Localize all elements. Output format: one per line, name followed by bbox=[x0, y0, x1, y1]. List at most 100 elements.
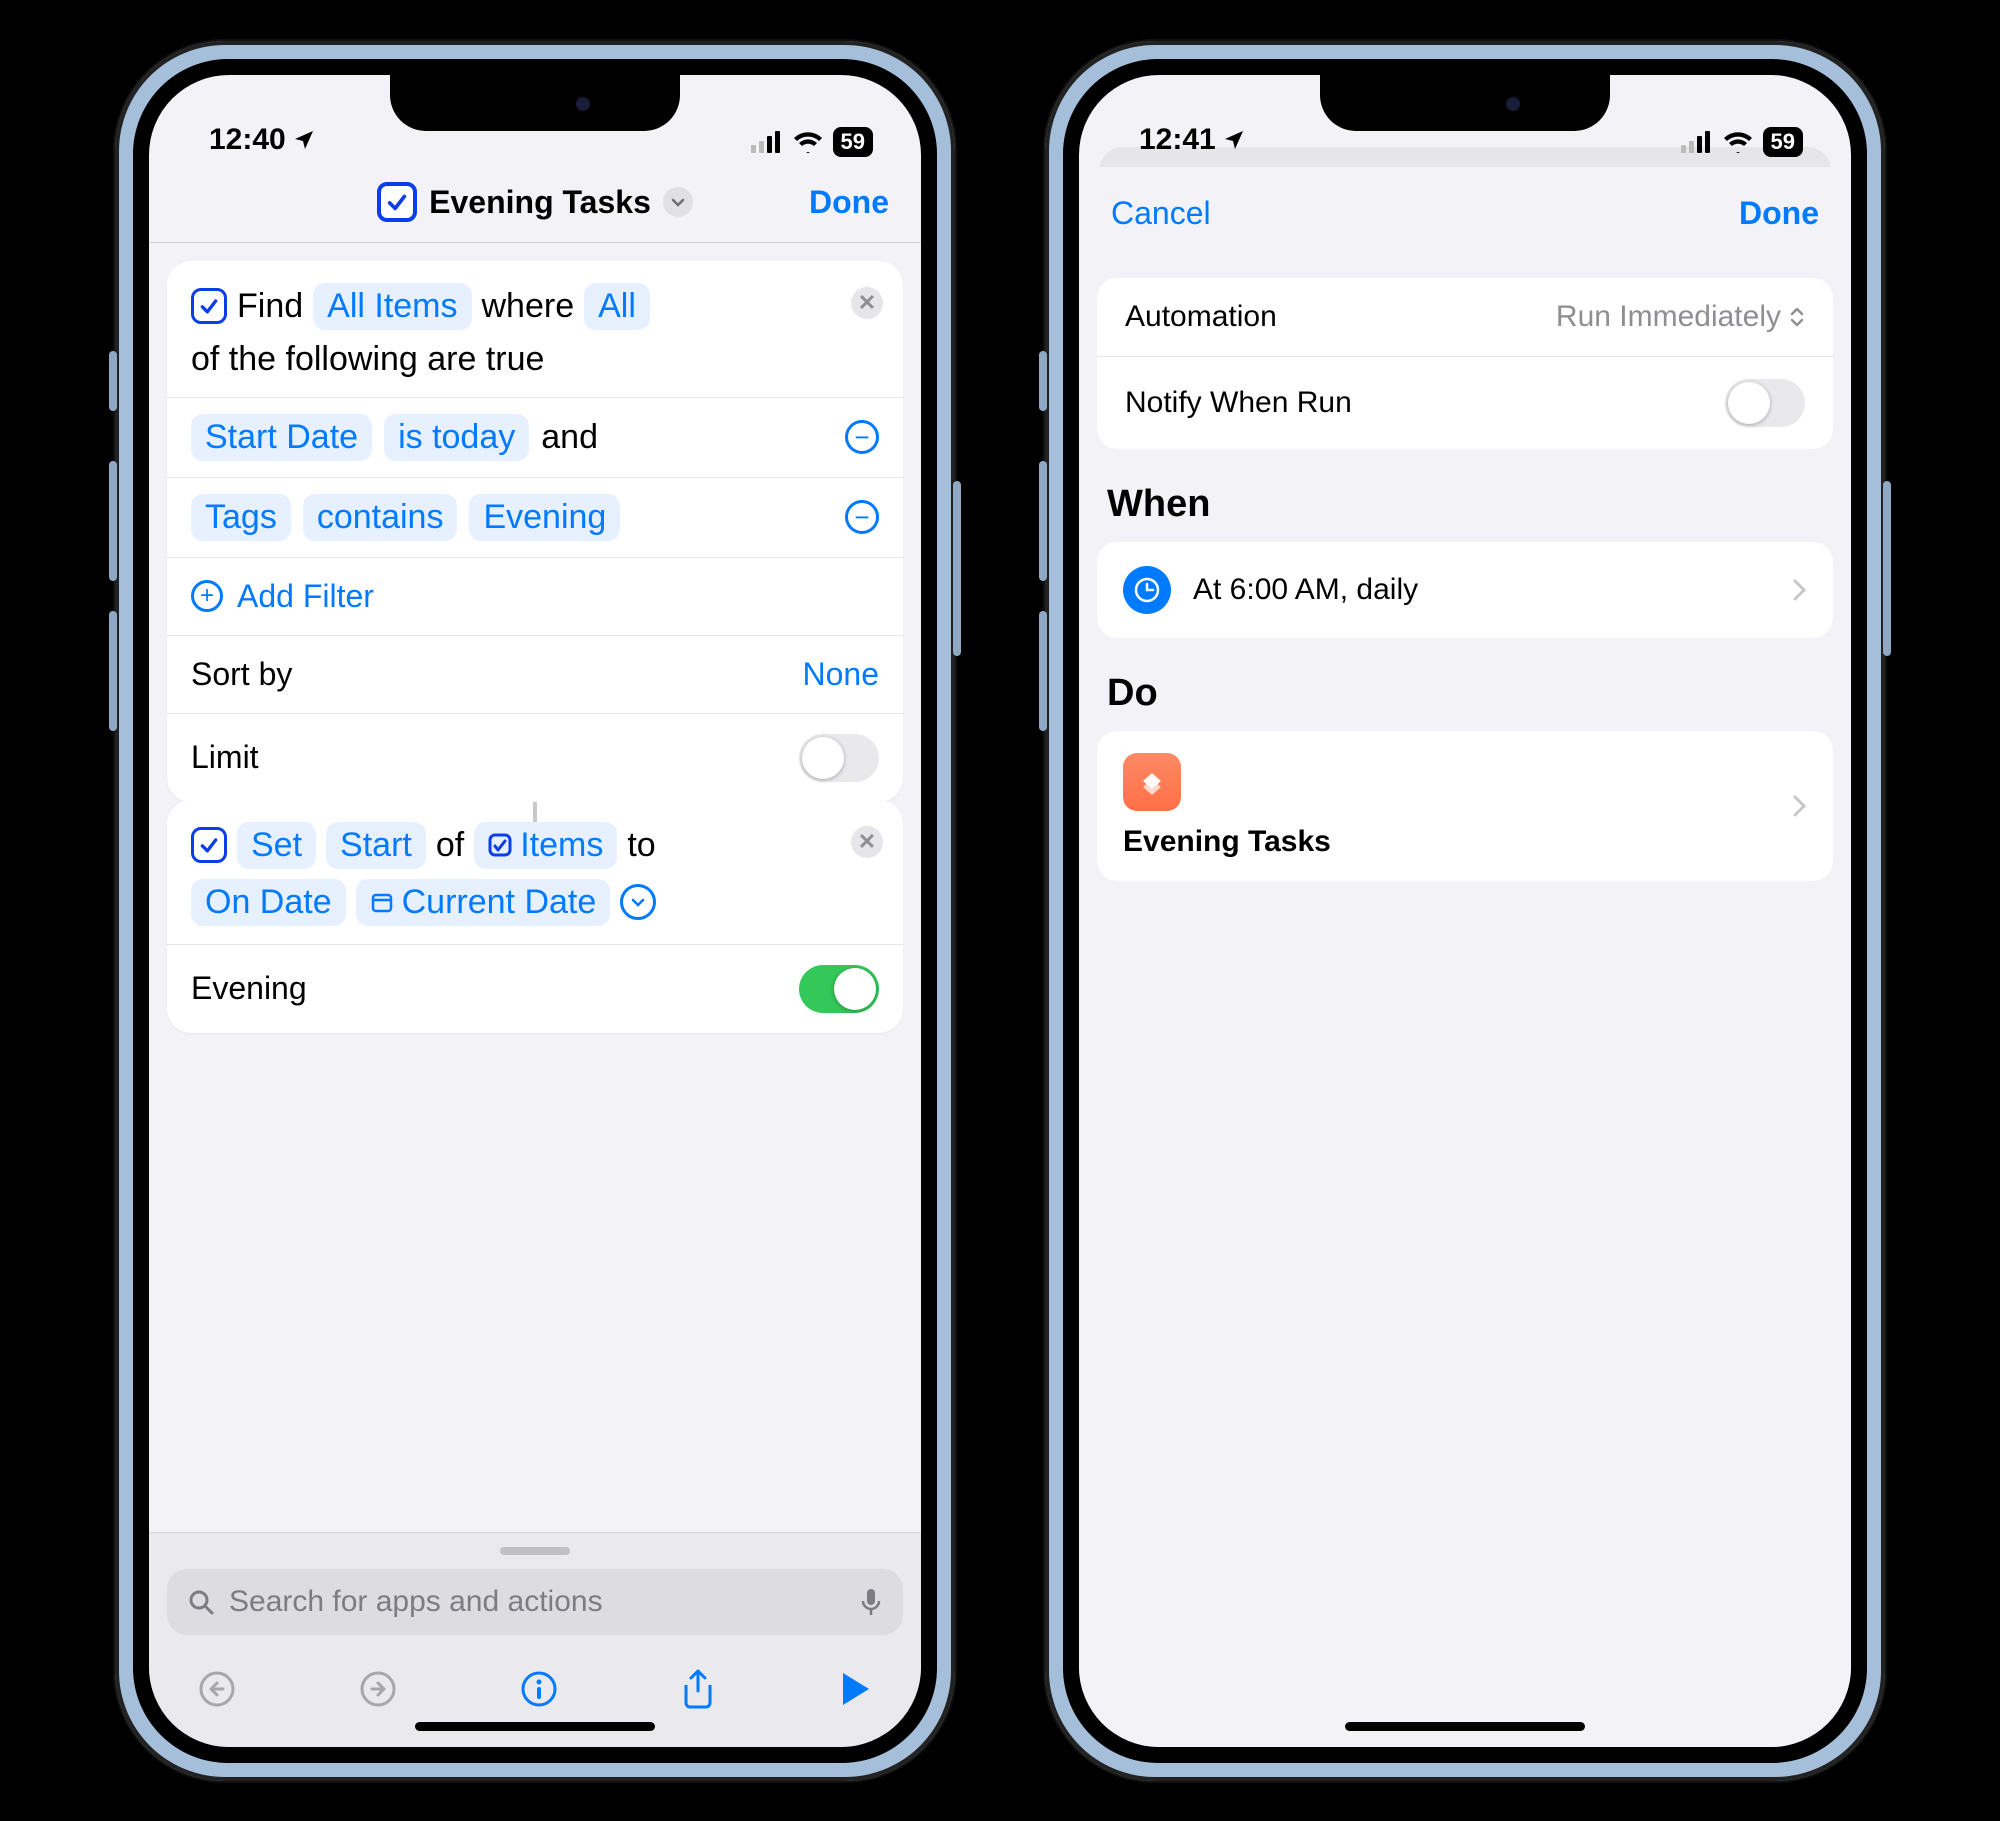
sort-by-label: Sort by bbox=[191, 656, 292, 693]
find-suffix: of the following are true bbox=[191, 340, 819, 379]
evening-label: Evening bbox=[191, 970, 307, 1007]
automation-value: Run Immediately bbox=[1556, 300, 1781, 334]
do-group: Evening Tasks bbox=[1097, 731, 1833, 881]
done-button[interactable]: Done bbox=[1739, 195, 1819, 232]
limit-label: Limit bbox=[191, 739, 259, 776]
home-indicator[interactable] bbox=[1345, 1722, 1585, 1731]
delete-action-button[interactable]: ✕ bbox=[851, 826, 883, 858]
set-of: of bbox=[436, 826, 464, 865]
do-shortcut-row[interactable]: Evening Tasks bbox=[1097, 731, 1833, 881]
phone-right: 12:41 59 bbox=[1045, 41, 1885, 1781]
things-app-icon bbox=[377, 182, 417, 222]
wifi-icon bbox=[1723, 131, 1753, 153]
when-text: At 6:00 AM, daily bbox=[1193, 573, 1418, 607]
sort-by-row[interactable]: Sort by None bbox=[167, 636, 903, 714]
expand-action-button[interactable] bbox=[620, 884, 656, 920]
plus-icon: + bbox=[191, 580, 223, 612]
wifi-icon bbox=[793, 131, 823, 153]
filter-row[interactable]: Tags contains Evening − bbox=[167, 478, 903, 558]
cancel-button[interactable]: Cancel bbox=[1111, 195, 1211, 232]
find-action-card[interactable]: Find All Items where All of the followin… bbox=[167, 261, 903, 802]
when-trigger-row[interactable]: At 6:00 AM, daily bbox=[1097, 542, 1833, 638]
remove-filter-button[interactable]: − bbox=[845, 420, 879, 454]
search-placeholder: Search for apps and actions bbox=[229, 1585, 845, 1619]
automation-mode-row[interactable]: Automation Run Immediately bbox=[1097, 278, 1833, 357]
shortcut-title[interactable]: Evening Tasks bbox=[429, 184, 651, 221]
dictation-icon[interactable] bbox=[859, 1587, 883, 1617]
status-time: 12:41 bbox=[1139, 123, 1216, 157]
actions-drawer[interactable]: Search for apps and actions bbox=[149, 1532, 921, 1645]
sort-by-value[interactable]: None bbox=[803, 656, 880, 693]
shortcuts-icon bbox=[1123, 753, 1181, 811]
filter-field-token[interactable]: Tags bbox=[191, 494, 291, 541]
done-button[interactable]: Done bbox=[809, 184, 889, 221]
filter-joiner: and bbox=[541, 418, 598, 457]
run-button[interactable] bbox=[837, 1669, 873, 1709]
notify-label: Notify When Run bbox=[1125, 386, 1352, 420]
filter-row[interactable]: Start Date is today and − bbox=[167, 398, 903, 478]
battery-icon: 59 bbox=[1763, 127, 1803, 157]
evening-toggle[interactable] bbox=[799, 965, 879, 1013]
things-app-icon bbox=[191, 827, 227, 863]
chevron-right-icon bbox=[1791, 577, 1807, 603]
clock-icon bbox=[1123, 566, 1171, 614]
things-app-icon bbox=[191, 288, 227, 324]
filter-op-token[interactable]: is today bbox=[384, 414, 529, 461]
set-action-card[interactable]: Set Start of Items to On Date bbox=[167, 800, 903, 1033]
redo-button[interactable] bbox=[358, 1669, 398, 1709]
editor-toolbar bbox=[149, 1645, 921, 1747]
calendar-icon bbox=[370, 890, 394, 914]
set-prop-token[interactable]: Start bbox=[326, 822, 426, 869]
limit-row: Limit bbox=[167, 714, 903, 802]
phone-left: 12:40 59 bbox=[115, 41, 955, 1781]
find-qualifier-token[interactable]: All bbox=[584, 283, 650, 330]
updown-icon bbox=[1789, 306, 1805, 328]
chevron-right-icon bbox=[1791, 793, 1807, 819]
undo-button[interactable] bbox=[197, 1669, 237, 1709]
filter-value-token[interactable]: Evening bbox=[469, 494, 620, 541]
sheet-nav: Cancel Done bbox=[1079, 167, 1851, 256]
evening-option-row: Evening bbox=[167, 945, 903, 1033]
share-button[interactable] bbox=[680, 1667, 716, 1711]
set-date-token[interactable]: Current Date bbox=[356, 879, 611, 926]
home-indicator[interactable] bbox=[415, 1722, 655, 1731]
editor-canvas[interactable]: Find All Items where All of the followin… bbox=[149, 243, 921, 1532]
automation-label: Automation bbox=[1125, 300, 1277, 334]
set-verb-token[interactable]: Set bbox=[237, 822, 316, 869]
set-target-token[interactable]: Items bbox=[474, 822, 617, 869]
search-icon bbox=[187, 1588, 215, 1616]
automation-sheet: Cancel Done Automation Run Immediately bbox=[1079, 167, 1851, 1747]
filter-field-token[interactable]: Start Date bbox=[191, 414, 372, 461]
info-button[interactable] bbox=[519, 1669, 559, 1709]
notify-toggle[interactable] bbox=[1725, 379, 1805, 427]
location-icon bbox=[1222, 128, 1246, 152]
do-heading: Do bbox=[1097, 672, 1833, 731]
set-mode-token[interactable]: On Date bbox=[191, 879, 346, 926]
when-heading: When bbox=[1097, 483, 1833, 542]
title-menu-chevron-icon[interactable] bbox=[663, 187, 693, 217]
add-filter-label: Add Filter bbox=[237, 578, 374, 615]
limit-toggle[interactable] bbox=[799, 734, 879, 782]
action-search-field[interactable]: Search for apps and actions bbox=[167, 1569, 903, 1635]
find-verb: Find bbox=[237, 287, 303, 326]
notch bbox=[390, 75, 680, 131]
set-to: to bbox=[627, 826, 655, 865]
variable-icon bbox=[488, 833, 512, 857]
cellular-icon bbox=[1681, 131, 1713, 153]
battery-icon: 59 bbox=[833, 127, 873, 157]
add-filter-button[interactable]: + Add Filter bbox=[167, 558, 903, 636]
do-shortcut-name: Evening Tasks bbox=[1123, 825, 1807, 859]
remove-filter-button[interactable]: − bbox=[845, 500, 879, 534]
location-icon bbox=[292, 128, 316, 152]
notch bbox=[1320, 75, 1610, 131]
automation-settings-group: Automation Run Immediately Notify When R… bbox=[1097, 278, 1833, 449]
cellular-icon bbox=[751, 131, 783, 153]
delete-action-button[interactable]: ✕ bbox=[851, 287, 883, 319]
find-subject-token[interactable]: All Items bbox=[313, 283, 471, 330]
find-where: where bbox=[482, 287, 575, 326]
filter-op-token[interactable]: contains bbox=[303, 494, 458, 541]
when-group: At 6:00 AM, daily bbox=[1097, 542, 1833, 638]
nav-bar: Evening Tasks Done bbox=[149, 163, 921, 243]
notify-row: Notify When Run bbox=[1097, 357, 1833, 449]
drawer-grabber[interactable] bbox=[500, 1547, 570, 1555]
